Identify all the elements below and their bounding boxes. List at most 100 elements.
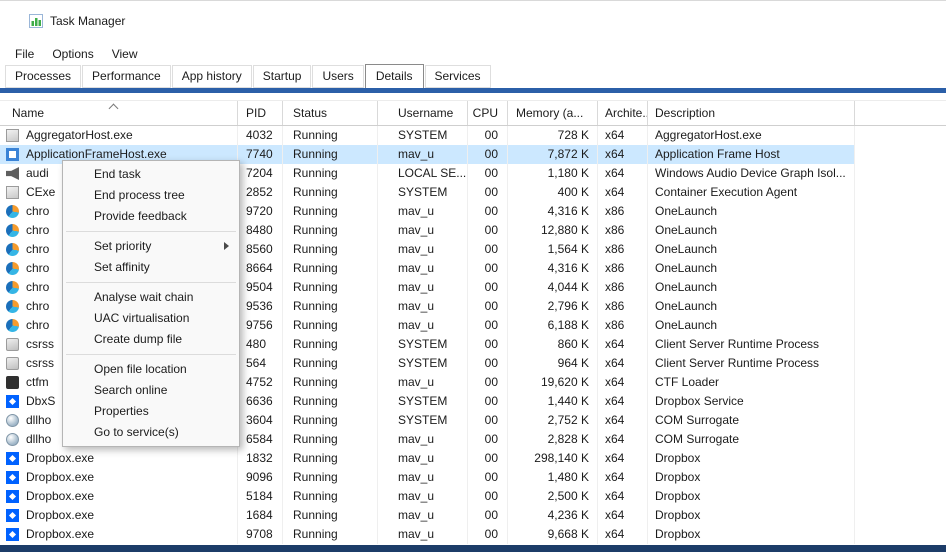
tab-app-history[interactable]: App history bbox=[172, 65, 252, 88]
column-header-username[interactable]: Username bbox=[378, 101, 468, 125]
process-name: chro bbox=[26, 278, 49, 297]
menu-file[interactable]: File bbox=[6, 44, 43, 64]
process-username: SYSTEM bbox=[378, 354, 468, 373]
process-memory: 400 K bbox=[508, 183, 598, 202]
table-row[interactable]: Dropbox.exe 9096 Running mav_u 00 1,480 … bbox=[0, 468, 855, 487]
task-manager-window: { "window": { "title": "Task Manager" },… bbox=[0, 0, 946, 552]
dropbox-icon bbox=[6, 528, 19, 541]
process-pid: 1684 bbox=[238, 506, 283, 525]
process-memory: 2,752 K bbox=[508, 411, 598, 430]
process-memory: 2,796 K bbox=[508, 297, 598, 316]
process-pid: 9536 bbox=[238, 297, 283, 316]
process-cpu: 00 bbox=[468, 126, 508, 145]
process-name-cell: Dropbox.exe bbox=[0, 449, 238, 468]
process-cpu: 00 bbox=[468, 183, 508, 202]
com-icon bbox=[6, 433, 19, 446]
process-architecture: x64 bbox=[598, 506, 648, 525]
process-pid: 564 bbox=[238, 354, 283, 373]
process-username: mav_u bbox=[378, 525, 468, 544]
process-pid: 8560 bbox=[238, 240, 283, 259]
process-description: CTF Loader bbox=[648, 373, 855, 392]
dropbox-icon bbox=[6, 452, 19, 465]
process-status: Running bbox=[283, 240, 378, 259]
process-memory: 7,872 K bbox=[508, 145, 598, 164]
table-row[interactable]: Dropbox.exe 1832 Running mav_u 00 298,14… bbox=[0, 449, 855, 468]
process-name: CExe bbox=[26, 183, 55, 202]
process-description: Client Server Runtime Process bbox=[648, 354, 855, 373]
process-name: chro bbox=[26, 202, 49, 221]
menu-item-analyse-wait-chain[interactable]: Analyse wait chain bbox=[63, 287, 239, 308]
process-username: SYSTEM bbox=[378, 183, 468, 202]
process-username: mav_u bbox=[378, 202, 468, 221]
process-cpu: 00 bbox=[468, 449, 508, 468]
process-status: Running bbox=[283, 202, 378, 221]
column-header-name[interactable]: Name bbox=[0, 101, 238, 125]
table-row[interactable]: Dropbox.exe 9708 Running mav_u 00 9,668 … bbox=[0, 525, 855, 544]
process-memory: 1,480 K bbox=[508, 468, 598, 487]
process-username: mav_u bbox=[378, 259, 468, 278]
menu-item-provide-feedback[interactable]: Provide feedback bbox=[63, 206, 239, 227]
process-memory: 12,880 K bbox=[508, 221, 598, 240]
sort-ascending-icon bbox=[109, 104, 119, 114]
process-pid: 8480 bbox=[238, 221, 283, 240]
menu-item-set-affinity[interactable]: Set affinity bbox=[63, 257, 239, 278]
process-architecture: x64 bbox=[598, 411, 648, 430]
process-status: Running bbox=[283, 164, 378, 183]
tab-services[interactable]: Services bbox=[425, 65, 491, 88]
menu-item-label: Set priority bbox=[94, 239, 151, 253]
menu-item-end-task[interactable]: End task bbox=[63, 164, 239, 185]
menu-item-search-online[interactable]: Search online bbox=[63, 380, 239, 401]
process-pid: 3604 bbox=[238, 411, 283, 430]
column-header-memory[interactable]: Memory (a... bbox=[508, 101, 598, 125]
dropbox-icon bbox=[6, 471, 19, 484]
process-username: mav_u bbox=[378, 221, 468, 240]
column-header-description[interactable]: Description bbox=[648, 101, 855, 125]
process-cpu: 00 bbox=[468, 411, 508, 430]
process-memory: 1,440 K bbox=[508, 392, 598, 411]
menubar: FileOptionsView bbox=[0, 42, 147, 66]
process-cpu: 00 bbox=[468, 297, 508, 316]
process-pid: 6636 bbox=[238, 392, 283, 411]
process-description: AggregatorHost.exe bbox=[648, 126, 855, 145]
column-header-arch[interactable]: Archite... bbox=[598, 101, 648, 125]
details-table-header: Name PID Status Username CPU Memory (a..… bbox=[0, 100, 946, 126]
process-cpu: 00 bbox=[468, 202, 508, 221]
tab-performance[interactable]: Performance bbox=[82, 65, 171, 88]
menu-item-go-to-service-s[interactable]: Go to service(s) bbox=[63, 422, 239, 443]
process-username: mav_u bbox=[378, 240, 468, 259]
process-name-cell: Dropbox.exe bbox=[0, 468, 238, 487]
process-architecture: x64 bbox=[598, 449, 648, 468]
process-description: Client Server Runtime Process bbox=[648, 335, 855, 354]
dropbox-icon bbox=[6, 490, 19, 503]
menu-item-open-file-location[interactable]: Open file location bbox=[63, 359, 239, 380]
process-cpu: 00 bbox=[468, 240, 508, 259]
bottom-accent-strip bbox=[0, 545, 946, 552]
tab-users[interactable]: Users bbox=[312, 65, 363, 88]
column-header-cpu[interactable]: CPU bbox=[468, 101, 508, 125]
column-header-pid[interactable]: PID bbox=[238, 101, 283, 125]
process-name-cell: Dropbox.exe bbox=[0, 525, 238, 544]
menu-item-create-dump-file[interactable]: Create dump file bbox=[63, 329, 239, 350]
menu-item-end-process-tree[interactable]: End process tree bbox=[63, 185, 239, 206]
table-row[interactable]: AggregatorHost.exe 4032 Running SYSTEM 0… bbox=[0, 126, 855, 145]
process-architecture: x86 bbox=[598, 278, 648, 297]
tab-details[interactable]: Details bbox=[365, 64, 424, 89]
tab-processes[interactable]: Processes bbox=[5, 65, 81, 88]
menu-view[interactable]: View bbox=[103, 44, 147, 64]
column-header-status[interactable]: Status bbox=[283, 101, 378, 125]
menu-options[interactable]: Options bbox=[43, 44, 102, 64]
table-row[interactable]: Dropbox.exe 1684 Running mav_u 00 4,236 … bbox=[0, 506, 855, 525]
tab-startup[interactable]: Startup bbox=[253, 65, 312, 88]
process-status: Running bbox=[283, 297, 378, 316]
menu-separator bbox=[66, 354, 236, 355]
process-memory: 4,316 K bbox=[508, 259, 598, 278]
process-name: Dropbox.exe bbox=[26, 449, 94, 468]
process-name: Dropbox.exe bbox=[26, 525, 94, 544]
table-row[interactable]: Dropbox.exe 5184 Running mav_u 00 2,500 … bbox=[0, 487, 855, 506]
process-architecture: x86 bbox=[598, 316, 648, 335]
window-title: Task Manager bbox=[50, 14, 125, 28]
tab-strip: ProcessesPerformanceApp historyStartupUs… bbox=[5, 66, 492, 88]
menu-item-uac-virtualisation[interactable]: UAC virtualisation bbox=[63, 308, 239, 329]
menu-item-properties[interactable]: Properties bbox=[63, 401, 239, 422]
menu-item-set-priority[interactable]: Set priority bbox=[63, 236, 239, 257]
